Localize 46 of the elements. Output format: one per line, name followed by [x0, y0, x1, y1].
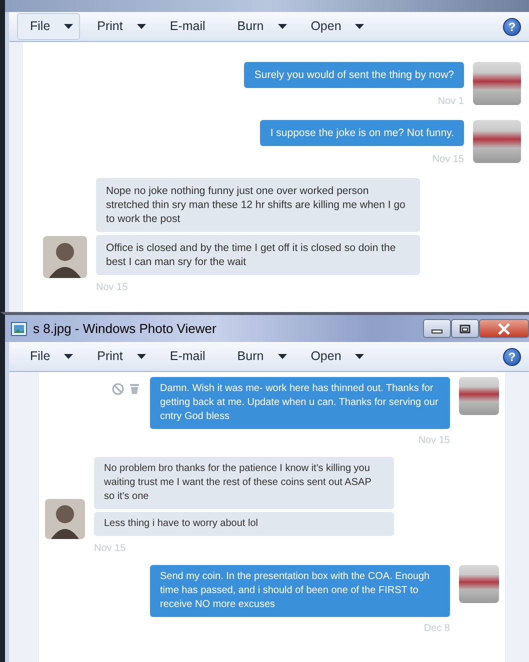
message-date: Nov 15 — [432, 154, 464, 166]
trash-icon — [130, 383, 139, 394]
message-bubble: Surely you would of sent the thing by now? — [244, 62, 464, 88]
photo-placeholder — [459, 377, 499, 415]
toolbar-menu-button[interactable]: E-mail — [156, 343, 220, 370]
caret-icon — [355, 24, 364, 29]
message-bubble: No problem bro thanks for the patience I know it's killing you waiting trust me I want the rest of these coins sent out ASAP so it's one — [94, 457, 394, 509]
message-bubble: Damn. Wish it was me- work here has thinned out. Thanks for getting back at me. Update when u can. Thanks for serving our cntry God bless — [150, 377, 450, 429]
caret-icon — [136, 354, 146, 359]
toolbar-menu-button[interactable]: File — [17, 13, 80, 40]
toolbar-menu-button[interactable]: Burn — [224, 13, 294, 40]
message-bubble: Office is closed and by the time I get off it is closed so doin the best I can man sry for the wait — [96, 235, 420, 275]
caret-icon — [278, 354, 287, 359]
caret-icon — [278, 24, 287, 29]
message-date: Nov 15 — [94, 543, 127, 555]
photo-placeholder — [473, 62, 521, 105]
close-icon — [497, 322, 511, 334]
toolbar-menu-button[interactable]: Print — [84, 343, 153, 370]
maximize-icon — [459, 324, 471, 334]
message-bubble: I suppose the joke is on me? Not funny. — [260, 120, 464, 146]
avatar-silhouette — [45, 499, 85, 539]
message-date: Nov 15 — [96, 282, 129, 294]
window-title: s 8.jpg - Windows Photo Viewer — [33, 320, 216, 338]
message-bubble: Nope no joke nothing funny just one over worked person stretched thin sry man these 12 hr shifts are killing me when I go to work the post — [96, 178, 420, 232]
message-date: Dec 8 — [424, 623, 450, 635]
caret-icon — [136, 24, 146, 29]
message-bubble: Less thing i have to worry about lol — [94, 512, 394, 536]
picture-icon — [11, 322, 27, 336]
caret-icon — [64, 354, 74, 359]
toolbar-menu-button[interactable]: Open — [298, 343, 372, 370]
toolbar-menu-button[interactable]: Print — [84, 13, 153, 40]
avatar-silhouette — [43, 236, 87, 278]
close-button[interactable] — [479, 319, 529, 338]
message-date: Nov 1 — [438, 96, 464, 108]
caret-icon — [355, 354, 364, 359]
message-bubble: Send my coin. In the presentation box with the COA. Enough time has passed, and i should of been one of the FIRST to receive NO more excuses — [150, 565, 450, 617]
toolbar-menu-button[interactable]: Burn — [224, 343, 294, 370]
toolbar-menu-button[interactable]: File — [17, 343, 80, 370]
maximize-button[interactable] — [451, 319, 479, 338]
toolbar-menu-button[interactable]: Open — [298, 13, 372, 40]
caret-icon — [64, 24, 74, 29]
message-date: Nov 15 — [418, 435, 450, 447]
photo-placeholder — [473, 120, 521, 163]
minimize-button[interactable] — [423, 319, 451, 338]
toolbar-menu-button[interactable]: E-mail — [156, 13, 220, 40]
photo-placeholder — [459, 565, 499, 603]
